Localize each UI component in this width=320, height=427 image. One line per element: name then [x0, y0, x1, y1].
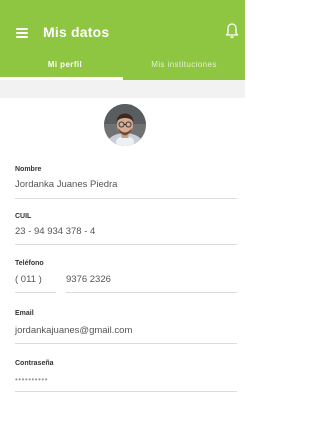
tab-mi-perfil[interactable]: Mi perfil: [4, 50, 126, 80]
telefono-number-field[interactable]: 9376 2326: [66, 274, 111, 285]
user-avatar-image: [104, 104, 146, 146]
telefono-label: Teléfono: [15, 260, 44, 267]
nombre-field[interactable]: Jordanka Juanes Piedra: [15, 179, 117, 190]
cuil-field[interactable]: 23 - 94 934 378 - 4: [15, 226, 95, 237]
header-spacer: [0, 80, 245, 98]
tab-bar: Mi perfil Mis instituciones: [0, 50, 245, 80]
bell-icon[interactable]: [225, 22, 239, 40]
bottom-spacer: [0, 395, 245, 427]
password-field[interactable]: ••••••••••: [15, 375, 48, 384]
page-title: Mis datos: [43, 24, 110, 40]
hamburger-menu-icon[interactable]: [16, 28, 28, 38]
email-divider: [15, 343, 237, 344]
telefono-area-field[interactable]: ( 011 ): [15, 274, 42, 285]
app-bar: Mis datos Mi perfil Mis instituciones: [0, 0, 245, 80]
nombre-divider: [15, 198, 237, 199]
password-divider: [15, 391, 237, 392]
telefono-area-divider: [15, 292, 56, 293]
avatar: [104, 104, 146, 146]
telefono-number-divider: [66, 292, 237, 293]
email-label: Email: [15, 310, 34, 317]
email-field[interactable]: jordankajuanes@gmail.com: [15, 325, 132, 336]
nombre-label: Nombre: [15, 166, 42, 173]
tab-mis-instituciones[interactable]: Mis instituciones: [123, 50, 245, 80]
cuil-label: CUIL: [15, 213, 32, 220]
password-label: Contraseña: [15, 360, 54, 367]
cuil-divider: [15, 244, 237, 245]
